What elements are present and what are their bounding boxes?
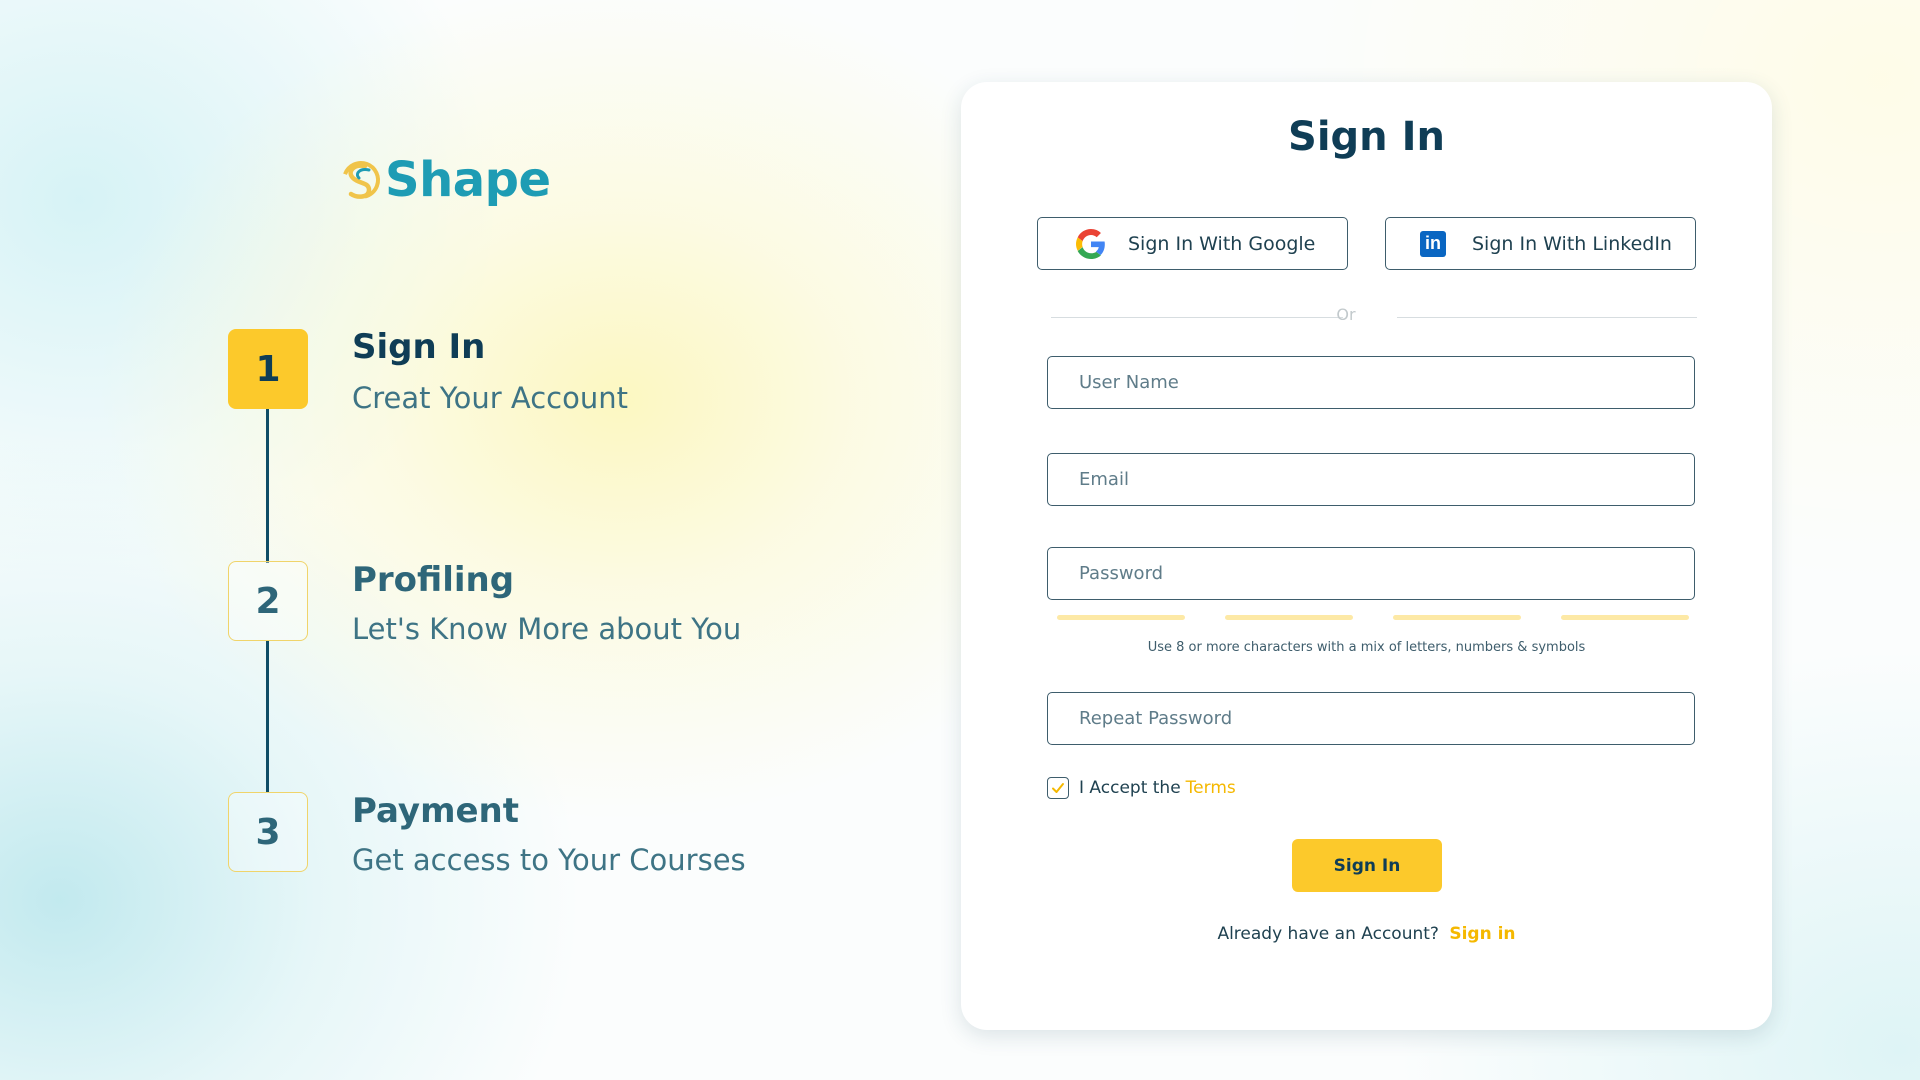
divider-or-text: Or xyxy=(1336,305,1356,324)
repeat-password-field[interactable] xyxy=(1047,692,1695,745)
step-1-subtitle: Creat Your Account xyxy=(352,381,628,415)
already-have-account: Already have an Account? Sign in xyxy=(961,924,1772,944)
terms-checkbox[interactable] xyxy=(1047,777,1069,799)
google-button-label: Sign In With Google xyxy=(1128,232,1316,255)
step-connector xyxy=(266,408,269,563)
username-input[interactable] xyxy=(1079,372,1694,393)
email-field[interactable] xyxy=(1047,453,1695,506)
password-hint: Use 8 or more characters with a mix of l… xyxy=(1147,640,1586,655)
step-2-subtitle: Let's Know More about You xyxy=(352,612,742,646)
google-icon xyxy=(1076,228,1106,259)
password-strength-bar-4 xyxy=(1561,615,1689,620)
brand-logo: Shape xyxy=(339,152,551,208)
step-2-title: Profiling xyxy=(352,560,515,600)
linkedin-icon: in xyxy=(1420,230,1446,257)
logo-icon xyxy=(342,161,380,199)
step-3-subtitle: Get access to Your Courses xyxy=(352,843,746,877)
already-have-account-text: Already have an Account? xyxy=(1217,924,1439,944)
checkmark-icon xyxy=(1052,783,1064,793)
linkedin-sign-in-button[interactable]: in Sign In With LinkedIn xyxy=(1385,217,1696,270)
password-field[interactable] xyxy=(1047,547,1695,600)
step-1-title: Sign In xyxy=(352,327,486,367)
sign-in-submit-button[interactable]: Sign In xyxy=(1292,839,1442,892)
email-input[interactable] xyxy=(1079,469,1694,490)
step-1-badge: 1 xyxy=(228,329,308,409)
password-strength-bar-2 xyxy=(1225,615,1353,620)
divider-left xyxy=(1051,317,1343,318)
google-sign-in-button[interactable]: Sign In With Google xyxy=(1037,217,1348,270)
card-title: Sign In xyxy=(1288,114,1445,160)
sign-in-link[interactable]: Sign in xyxy=(1449,924,1515,944)
step-2-badge: 2 xyxy=(228,561,308,641)
password-strength-bar-3 xyxy=(1393,615,1521,620)
step-3-title: Payment xyxy=(352,791,520,831)
password-input[interactable] xyxy=(1079,563,1694,584)
repeat-password-input[interactable] xyxy=(1079,708,1694,729)
terms-row: I Accept the Terms xyxy=(1047,777,1236,799)
username-field[interactable] xyxy=(1047,356,1695,409)
step-3-badge: 3 xyxy=(228,792,308,872)
sign-in-card: Sign In Sign In With Google in Sign In W… xyxy=(961,82,1772,1030)
brand-name: Shape xyxy=(385,152,551,208)
terms-link[interactable]: Terms xyxy=(1186,778,1236,798)
divider-right xyxy=(1397,317,1697,318)
step-connector xyxy=(266,641,269,792)
password-strength-bar-1 xyxy=(1057,615,1185,620)
terms-label: I Accept the xyxy=(1079,778,1181,798)
linkedin-button-label: Sign In With LinkedIn xyxy=(1472,232,1672,255)
